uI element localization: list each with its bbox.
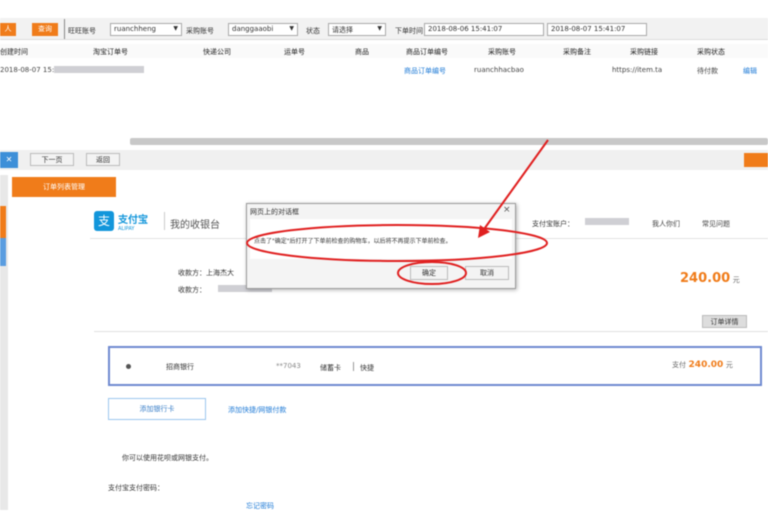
annotation-ellipse-message bbox=[246, 224, 548, 262]
annotation-ellipse-ok bbox=[397, 261, 467, 285]
annotation-arrow-line bbox=[481, 139, 549, 233]
annotation-overlay bbox=[246, 139, 549, 285]
annotation-arrow-head bbox=[478, 225, 490, 238]
